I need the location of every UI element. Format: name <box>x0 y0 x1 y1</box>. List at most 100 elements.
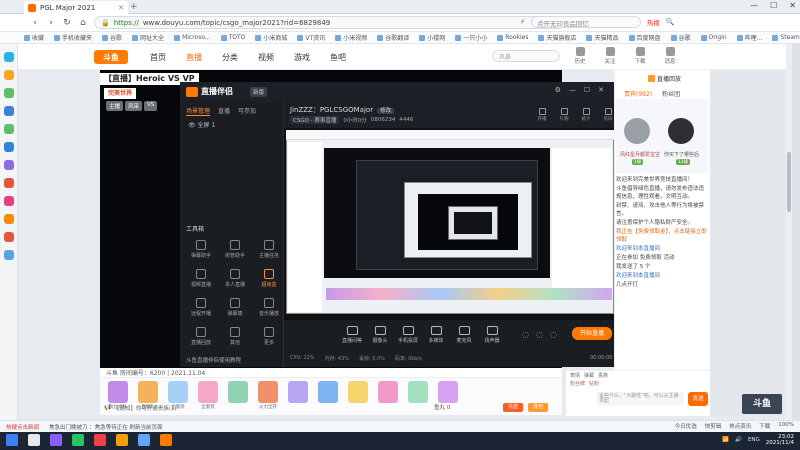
companion-settings-icon[interactable]: ⚙ <box>555 86 561 94</box>
bookmark-item[interactable]: 手机收藏夹 <box>54 33 92 42</box>
companion-close-icon[interactable]: ✕ <box>598 86 604 94</box>
bookmark-item[interactable]: 天猫旗舰店 <box>538 33 576 42</box>
site-user-icon[interactable]: 消息 <box>660 47 680 65</box>
chat-replay-header[interactable]: 直播回放 <box>648 74 681 83</box>
companion-control[interactable]: 手机投屏 <box>394 326 422 344</box>
gift-item[interactable] <box>438 381 458 403</box>
clock[interactable]: 23:02 2021/11/4 <box>766 434 794 446</box>
companion-left-tab[interactable]: 直播 <box>218 106 230 116</box>
rank-user-2[interactable]: 你买下了哪些后 <box>664 151 699 158</box>
companion-left-tab[interactable]: 可参加 <box>238 106 256 116</box>
start-icon[interactable] <box>6 434 18 446</box>
chat-badge[interactable]: 粉丝牌 <box>570 380 585 387</box>
site-user-icon[interactable]: 历史 <box>570 47 590 65</box>
bookmark-item[interactable]: 谷歌 <box>670 33 691 42</box>
companion-tutorial-link[interactable]: 斗鱼直播伴侣使用教程 <box>186 356 241 364</box>
site-user-icon[interactable]: 关注 <box>600 47 620 65</box>
gift-item[interactable] <box>108 381 128 403</box>
lightning-icon[interactable]: ⚡ <box>520 18 525 26</box>
record-icon[interactable]: ◌ <box>536 330 543 339</box>
gift-item[interactable] <box>288 381 308 403</box>
bookmark-item[interactable]: 小楼网 <box>419 33 445 42</box>
bookmark-item[interactable]: 百度网盘 <box>628 33 661 42</box>
bookmark-item[interactable]: VT资讯 <box>297 33 325 42</box>
status-right-item[interactable]: 热点资讯 <box>729 422 751 430</box>
home-icon[interactable]: ⌂ <box>78 18 88 28</box>
scene-item[interactable]: 👁 全屏 1 <box>188 120 215 129</box>
rank-user-1[interactable]: 风红星月都爱宝宝 <box>620 151 660 158</box>
bookmark-item[interactable]: Steam <box>772 34 800 41</box>
search-icon[interactable]: 🔍 <box>666 18 675 26</box>
chat-badge[interactable]: 钻粉 <box>589 380 599 387</box>
site-nav-item[interactable]: 鱼吧 <box>330 52 346 63</box>
companion-control[interactable]: 扬声器 <box>478 326 506 344</box>
close-tab-icon[interactable]: ✕ <box>118 4 124 12</box>
send-button[interactable]: 发送 <box>688 392 708 406</box>
room-tag[interactable]: VS <box>144 101 158 111</box>
scrollbar-thumb[interactable] <box>787 152 791 212</box>
site-user-icon[interactable]: 下载 <box>630 47 650 65</box>
site-nav-item[interactable]: 游戏 <box>294 52 310 63</box>
chat-tab[interactable]: 贵宾(992) <box>624 89 652 98</box>
address-bar[interactable]: 🔒 https://www.douyu.com/topic/csgo_major… <box>94 16 564 29</box>
companion-header-icon[interactable]: 礼物 <box>558 108 570 122</box>
companion-header-icon[interactable]: 开播 <box>536 108 548 122</box>
maximize-icon[interactable]: ☐ <box>770 1 777 10</box>
chat-tool[interactable]: 贵族 <box>598 372 608 379</box>
taskbar-app-icon[interactable] <box>116 434 128 446</box>
gift-item[interactable] <box>318 381 338 403</box>
tool-item[interactable]: 音乐播放 <box>256 298 282 317</box>
tool-item[interactable]: 弹幕墙 <box>222 298 248 317</box>
taskbar-app-icon[interactable] <box>72 434 84 446</box>
site-nav-item[interactable]: 直播 <box>186 52 202 63</box>
room-tag[interactable]: 风采 <box>125 101 143 111</box>
sidebar-app-icon[interactable] <box>4 160 14 170</box>
start-live-button[interactable]: 开始直播 <box>572 327 612 340</box>
category-badge[interactable]: CSGO - 赛事直播 <box>290 116 340 124</box>
avatar[interactable] <box>668 118 694 144</box>
gift-item[interactable] <box>138 381 158 403</box>
tool-item[interactable]: 弹幕助手 <box>188 240 214 259</box>
settings-icon[interactable]: ◌ <box>522 330 529 339</box>
tool-item[interactable]: 其他 <box>222 327 248 346</box>
browser-search-input[interactable]: 点开无印良品回忆 <box>530 16 641 28</box>
companion-minimize-icon[interactable]: — <box>569 86 576 94</box>
chat-tool[interactable]: 表情 <box>570 372 580 379</box>
browser-tab[interactable]: PGL Major 2021 ✕ <box>24 1 128 14</box>
tool-item[interactable]: 远程开播 <box>188 298 214 317</box>
status-right-item[interactable]: 下载 <box>759 422 770 430</box>
taskbar-app-icon[interactable] <box>94 434 106 446</box>
tool-item[interactable]: 房管助手 <box>222 240 248 259</box>
language-indicator[interactable]: ENG <box>748 437 760 443</box>
volume-icon[interactable]: 🔊 <box>735 437 742 443</box>
tool-item[interactable]: 更多 <box>256 327 282 346</box>
status-right-item[interactable]: 100% <box>778 422 794 430</box>
close-window-icon[interactable]: ✕ <box>789 1 796 10</box>
taskbar-app-icon[interactable] <box>28 434 40 446</box>
chat-tab[interactable]: 粉丝团 <box>662 89 680 98</box>
gift-item[interactable] <box>378 381 398 403</box>
tool-item[interactable]: 本人直播 <box>222 269 248 288</box>
sidebar-app-icon[interactable] <box>4 196 14 206</box>
minimize-icon[interactable]: — <box>750 1 758 10</box>
eye-icon[interactable]: 👁 <box>188 122 196 129</box>
back-icon[interactable]: ‹ <box>30 18 40 28</box>
site-search-input[interactable]: 风暴 <box>492 50 560 62</box>
page-scrollbar[interactable] <box>786 44 792 432</box>
bag-button[interactable]: 背包 <box>528 403 548 412</box>
new-tab-icon[interactable]: + <box>130 2 138 12</box>
sidebar-app-icon[interactable] <box>4 178 14 188</box>
companion-control[interactable]: 直播间等 <box>338 326 366 344</box>
site-nav-item[interactable]: 首页 <box>150 52 166 63</box>
room-tag[interactable]: 主播 <box>106 101 124 111</box>
taskbar-app-icon[interactable] <box>160 434 172 446</box>
bookmark-item[interactable]: 一只小小 <box>455 33 487 42</box>
douyu-logo[interactable]: 斗鱼 <box>94 50 128 64</box>
site-nav-item[interactable]: 视频 <box>258 52 274 63</box>
companion-header-icon[interactable]: 统计 <box>580 108 592 122</box>
chat-tool[interactable]: 弹幕 <box>584 372 594 379</box>
tool-item[interactable]: 超级盒 <box>256 269 282 288</box>
sidebar-app-icon[interactable] <box>4 88 14 98</box>
bookmark-item[interactable]: 哔哩... <box>736 33 762 42</box>
edit-button[interactable]: 修改 <box>377 108 395 114</box>
